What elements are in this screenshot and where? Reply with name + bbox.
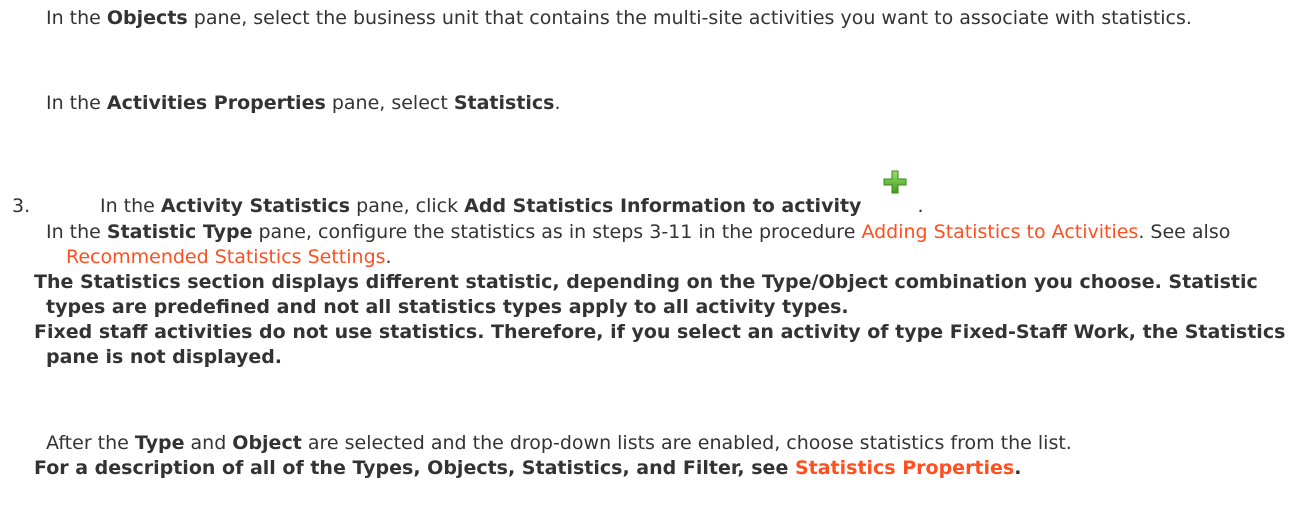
step-4: 4.In the Statistic Type pane, configure …	[12, 220, 1302, 370]
step-text: In the	[46, 92, 107, 114]
step-text: After the	[46, 432, 135, 454]
step-text: In the	[46, 7, 107, 29]
note-statistics-properties: For a description of all of the Types, O…	[34, 457, 1022, 479]
ui-term-type: Type	[134, 432, 185, 454]
step-text: In the	[100, 195, 161, 217]
ui-term-statistic-type: Statistic Type	[106, 221, 253, 243]
plus-icon	[883, 170, 906, 194]
step-text: pane, configure the statistics as in ste…	[252, 221, 862, 243]
ui-term-objects: Objects	[106, 7, 188, 29]
ui-term-object: Object	[232, 432, 302, 454]
ui-term-add-statistics-information: Add Statistics Information to activity	[464, 195, 862, 217]
ui-term-statistics: Statistics	[453, 92, 555, 114]
step-5: 5.After the Type and Object are selected…	[12, 431, 1302, 481]
step-text: and	[184, 432, 233, 454]
step-text: are selected and the drop-down lists are…	[301, 432, 1072, 454]
step-3: 3. In the Activity Statistics pane, click…	[12, 140, 1302, 219]
step-text: pane, select the business unit that cont…	[187, 7, 1192, 29]
step-number: 3.	[12, 195, 31, 217]
step-text: pane, select	[325, 92, 454, 114]
link-statistics-properties[interactable]: Statistics Properties	[795, 457, 1014, 479]
step-text: .	[917, 195, 924, 217]
ui-term-activity-statistics: Activity Statistics	[160, 195, 351, 217]
link-recommended-statistics[interactable]: Recommended Statistics Settings	[66, 246, 386, 268]
step-text: pane, click	[350, 195, 465, 217]
note-fixed-staff: Fixed staff activities do not use statis…	[34, 321, 1286, 368]
ui-term-activities-properties: Activities Properties	[106, 92, 326, 114]
step-text: .	[385, 246, 392, 268]
step-number: 1.	[12, 6, 46, 31]
step-number: 5.	[12, 431, 46, 456]
add-plus-icon	[871, 170, 918, 216]
step-number: 4.	[12, 220, 46, 245]
step-text: . See also	[1138, 221, 1231, 243]
step-1: 1.In the Objects pane, select the busine…	[12, 6, 1302, 31]
link-adding-statistics[interactable]: Adding Statistics to Activities	[861, 221, 1138, 243]
step-text: .	[554, 92, 561, 114]
step-2: 2.In the Activities Properties pane, sel…	[12, 91, 1302, 116]
note-statistics-section: The Statistics section displays differen…	[34, 271, 1258, 318]
step-text: In the	[46, 221, 107, 243]
step-number: 2.	[12, 91, 46, 116]
